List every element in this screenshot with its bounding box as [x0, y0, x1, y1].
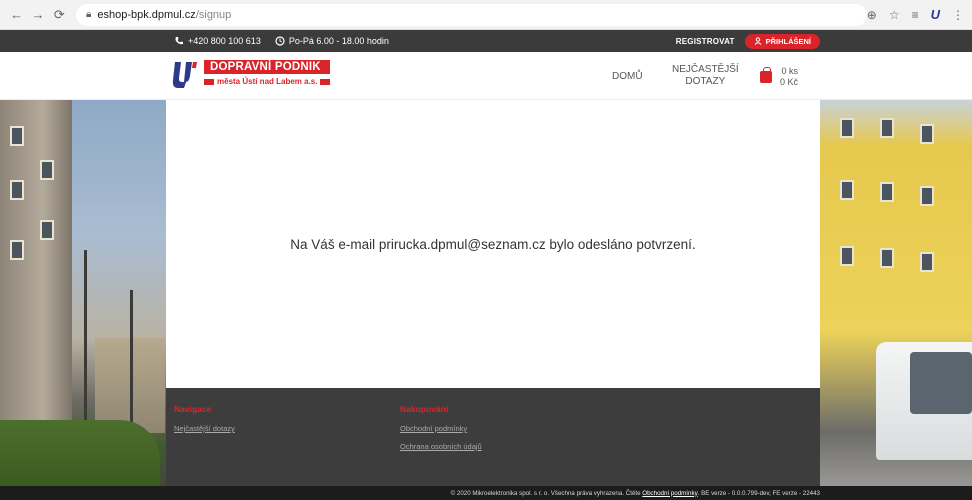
- building-window: [880, 248, 894, 268]
- forward-arrow-icon[interactable]: →: [29, 6, 46, 24]
- phone-icon: [175, 37, 183, 45]
- logo-subtitle: města Ústí nad Labem a.s.: [217, 77, 318, 86]
- cart-count: 0 ks: [781, 66, 799, 76]
- background-photo-left: [0, 100, 166, 486]
- clock-icon: [275, 36, 285, 46]
- building-window: [840, 246, 854, 266]
- logo-bar: [320, 78, 331, 85]
- nav-faq-line1: NEJČASTĚJŠÍ: [672, 64, 739, 75]
- star-icon[interactable]: ☆: [889, 8, 900, 22]
- footer-link-faq[interactable]: Nejčastější dotazy: [174, 424, 235, 433]
- cart[interactable]: 0 ks 0 Kč: [760, 66, 798, 88]
- confirmation-message: Na Váš e-mail prirucka.dpmul@seznam.cz b…: [290, 236, 696, 252]
- building-window: [920, 186, 934, 206]
- hero: Na Váš e-mail prirucka.dpmul@seznam.cz b…: [0, 100, 972, 486]
- bus-window: [910, 352, 972, 414]
- url-path: /signup: [195, 8, 232, 21]
- nav-home[interactable]: DOMŮ: [612, 52, 643, 100]
- copyright-prefix: © 2020 Mikroelektronika spol. s r. o. Vš…: [450, 489, 641, 497]
- register-link[interactable]: REGISTROVAT: [676, 37, 735, 46]
- footer-link-terms[interactable]: Obchodní podmínky: [400, 424, 482, 433]
- logo-bar: [204, 78, 214, 85]
- phone-number: +420 800 100 613: [188, 36, 261, 46]
- opening-hours: Po-Pá 6.00 - 18.00 hodin: [275, 36, 389, 46]
- building-window: [40, 220, 54, 240]
- hours-text: Po-Pá 6.00 - 18.00 hodin: [288, 36, 389, 46]
- building-window: [10, 126, 24, 146]
- footer-link-privacy[interactable]: Ochrana osobních údajů: [400, 442, 482, 451]
- site-topbar: +420 800 100 613 Po-Pá 6.00 - 18.00 hodi…: [0, 30, 972, 52]
- copyright-suffix: . BE verze - 0.0.0.799-dev, FE verze - 2…: [697, 489, 820, 497]
- copyright-terms-link[interactable]: Obchodní podmínky: [642, 490, 697, 497]
- street-pole: [130, 290, 133, 440]
- nav-faq-line2: DOTAZY: [685, 76, 726, 87]
- url-host: eshop-bpk.dpmul.cz: [97, 8, 196, 21]
- building-window: [40, 160, 54, 180]
- footer-navigation: Navigace Nejčastější dotazy: [174, 404, 235, 442]
- reading-list-icon[interactable]: ≡: [912, 8, 919, 22]
- browser-toolbar: ← → ⟳ 🔒︎ eshop-bpk.dpmul.cz/signup ⊕ ☆ ≡…: [0, 0, 972, 30]
- building-window: [840, 180, 854, 200]
- zoom-icon[interactable]: ⊕: [867, 8, 877, 22]
- menu-icon[interactable]: ⋮: [952, 8, 964, 22]
- building-window: [10, 240, 24, 260]
- cart-price: 0 Kč: [780, 77, 799, 87]
- login-label: PŘIHLÁŠENÍ: [765, 36, 811, 46]
- building: [0, 100, 72, 430]
- login-button[interactable]: PŘIHLÁŠENÍ: [744, 33, 820, 49]
- building-window: [920, 252, 934, 272]
- site-header: DOPRAVNÍ PODNIK města Ústí nad Labem a.s…: [0, 52, 972, 100]
- logo-subtitle-row: města Ústí nad Labem a.s.: [204, 77, 331, 86]
- building-window: [880, 118, 894, 138]
- logo-mark-icon: [172, 62, 197, 88]
- logo-title: DOPRAVNÍ PODNIK: [204, 60, 331, 74]
- grass-area: [0, 420, 160, 486]
- site-footer: Navigace Nejčastější dotazy Nakupování O…: [166, 388, 820, 486]
- back-arrow-icon[interactable]: ←: [8, 6, 25, 24]
- building-window: [840, 118, 854, 138]
- cart-icon: [760, 67, 772, 83]
- reload-icon[interactable]: ⟳: [51, 6, 68, 24]
- address-bar[interactable]: 🔒︎ eshop-bpk.dpmul.cz/signup: [76, 3, 867, 26]
- main-content: Na Váš e-mail prirucka.dpmul@seznam.cz b…: [166, 100, 820, 388]
- user-icon: [754, 37, 761, 45]
- building-window: [10, 180, 24, 200]
- copyright-bar: © 2020 Mikroelektronika spol. s r. o. Vš…: [0, 486, 972, 500]
- building-window: [880, 182, 894, 202]
- company-logo[interactable]: DOPRAVNÍ PODNIK města Ústí nad Labem a.s…: [172, 60, 331, 90]
- building-window: [920, 124, 934, 144]
- footer-shopping: Nakupování Obchodní podmínky Ochrana oso…: [400, 404, 482, 460]
- footer-heading-navigation: Navigace: [174, 404, 212, 414]
- phone-contact[interactable]: +420 800 100 613: [174, 36, 261, 46]
- extension-icon[interactable]: U: [931, 7, 940, 22]
- footer-heading-shopping: Nakupování: [400, 404, 449, 414]
- nav-faq[interactable]: NEJČASTĚJŠÍ DOTAZY: [672, 52, 739, 100]
- lock-icon: 🔒︎: [86, 9, 92, 20]
